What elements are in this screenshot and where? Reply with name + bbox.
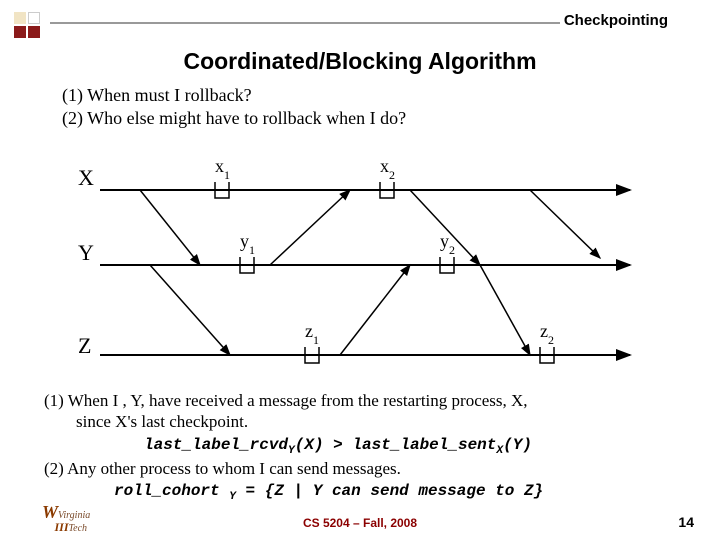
question-list: (1) When must I rollback? (2) Who else m… — [62, 84, 406, 131]
svg-text:y1: y1 — [240, 231, 255, 257]
answer-1-line2: since X's last checkpoint. — [44, 411, 690, 432]
proc-label-y: Y — [78, 240, 94, 265]
question-1: (1) When must I rollback? — [62, 84, 406, 107]
answer-1-line1: (1) When I , Y, have received a message … — [44, 390, 690, 411]
proc-label-x: X — [78, 165, 94, 190]
answer-1-code: last_label_rcvdY(X) > last_label_sentX(Y… — [44, 433, 690, 458]
answer-2-line1: (2) Any other process to whom I can send… — [44, 458, 690, 479]
svg-text:z2: z2 — [540, 321, 554, 347]
answers-block: (1) When I , Y, have received a message … — [44, 390, 690, 504]
answer-2-code: roll_cohort Y = {Z | Y can send message … — [44, 479, 690, 504]
question-2: (2) Who else might have to rollback when… — [62, 107, 406, 130]
proc-label-z: Z — [78, 333, 91, 358]
footer-course: CS 5204 – Fall, 2008 — [0, 516, 720, 530]
timeline-diagram: X Y Z x1 — [60, 140, 660, 380]
page-number: 14 — [678, 514, 694, 530]
svg-text:x2: x2 — [380, 156, 395, 182]
svg-text:x1: x1 — [215, 156, 230, 182]
svg-text:z1: z1 — [305, 321, 319, 347]
slide-title: Coordinated/Blocking Algorithm — [0, 48, 720, 75]
header-label: Checkpointing — [560, 12, 672, 29]
